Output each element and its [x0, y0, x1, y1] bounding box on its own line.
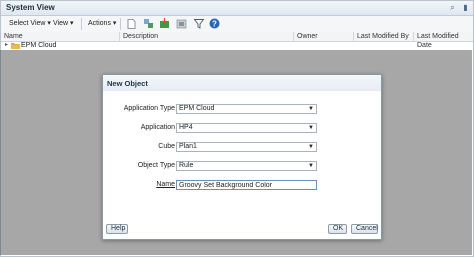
close-icon[interactable]: ▮ — [461, 3, 470, 12]
expand-arrow-icon[interactable]: ▸ — [5, 41, 8, 50]
table-row[interactable]: ▸ EPM Cloud — [1, 41, 473, 50]
object-type-value: Rule — [179, 162, 194, 169]
ok-button[interactable]: OK — [328, 224, 347, 234]
window-title: System View — [6, 3, 55, 12]
column-header-description[interactable]: Description — [119, 32, 293, 41]
actions-menu[interactable]: Actions ▾ — [88, 19, 116, 29]
application-value: HP4 — [179, 124, 193, 131]
new-document-icon[interactable] — [126, 18, 137, 29]
name-input[interactable] — [176, 180, 317, 190]
column-header-name[interactable]: Name — [1, 32, 119, 41]
application-select[interactable]: HP4 ▼ — [176, 123, 317, 133]
toolbar-divider — [120, 18, 121, 30]
cube-value: Plan1 — [179, 143, 197, 150]
object-type-label: Object Type — [137, 162, 175, 169]
dialog-title: New Object — [107, 79, 148, 88]
import-icon[interactable] — [159, 18, 170, 29]
window-titlebar: System View ⌕ ▮ — [1, 1, 473, 16]
row-name: EPM Cloud — [21, 42, 57, 49]
help-icon[interactable]: ? — [209, 18, 220, 29]
dropdown-arrow-icon: ▼ — [308, 144, 314, 150]
help-button[interactable]: Help — [106, 224, 128, 234]
column-header-owner[interactable]: Owner — [293, 32, 353, 41]
chevron-down-icon: ▾ — [112, 20, 117, 27]
application-type-value: EPM Cloud — [179, 105, 215, 112]
search-icon[interactable]: ⌕ — [448, 3, 457, 12]
dropdown-arrow-icon: ▼ — [308, 163, 314, 169]
application-type-label: Application Type — [123, 105, 175, 112]
application-type-select[interactable]: EPM Cloud ▼ — [176, 104, 317, 114]
new-object-dialog: New Object Application Type EPM Cloud ▼ … — [102, 74, 382, 240]
object-type-select[interactable]: Rule ▼ — [176, 161, 317, 171]
column-header-last-modified-by[interactable]: Last Modified By — [353, 32, 413, 41]
dropdown-arrow-icon: ▼ — [308, 125, 314, 131]
select-view-label: Select View — [9, 20, 46, 27]
export-icon[interactable] — [176, 18, 187, 29]
filter-icon[interactable] — [193, 18, 204, 29]
actions-label: Actions — [88, 20, 111, 27]
select-view-menu[interactable]: Select View ▾ — [9, 19, 51, 29]
toolbar: Select View ▾ View ▾ Actions ▾ ? — [1, 16, 473, 33]
toolbar-divider — [81, 18, 82, 30]
name-label: Name — [156, 181, 175, 188]
folder-icon — [11, 43, 20, 49]
column-header-last-modified-date[interactable]: Last Modified Date — [413, 32, 473, 49]
application-label: Application — [140, 124, 175, 131]
dropdown-arrow-icon: ▼ — [308, 106, 314, 112]
cube-label: Cube — [158, 143, 175, 150]
svg-text:?: ? — [212, 19, 217, 28]
chevron-down-icon: ▾ — [70, 20, 74, 27]
refresh-icon[interactable] — [143, 18, 154, 29]
dialog-titlebar: New Object — [103, 75, 381, 91]
chevron-down-icon: ▾ — [47, 20, 51, 27]
cube-select[interactable]: Plan1 ▼ — [176, 142, 317, 152]
view-menu[interactable]: View ▾ — [53, 19, 74, 29]
cancel-button[interactable]: Cancel — [351, 224, 378, 234]
view-label: View — [53, 20, 69, 27]
